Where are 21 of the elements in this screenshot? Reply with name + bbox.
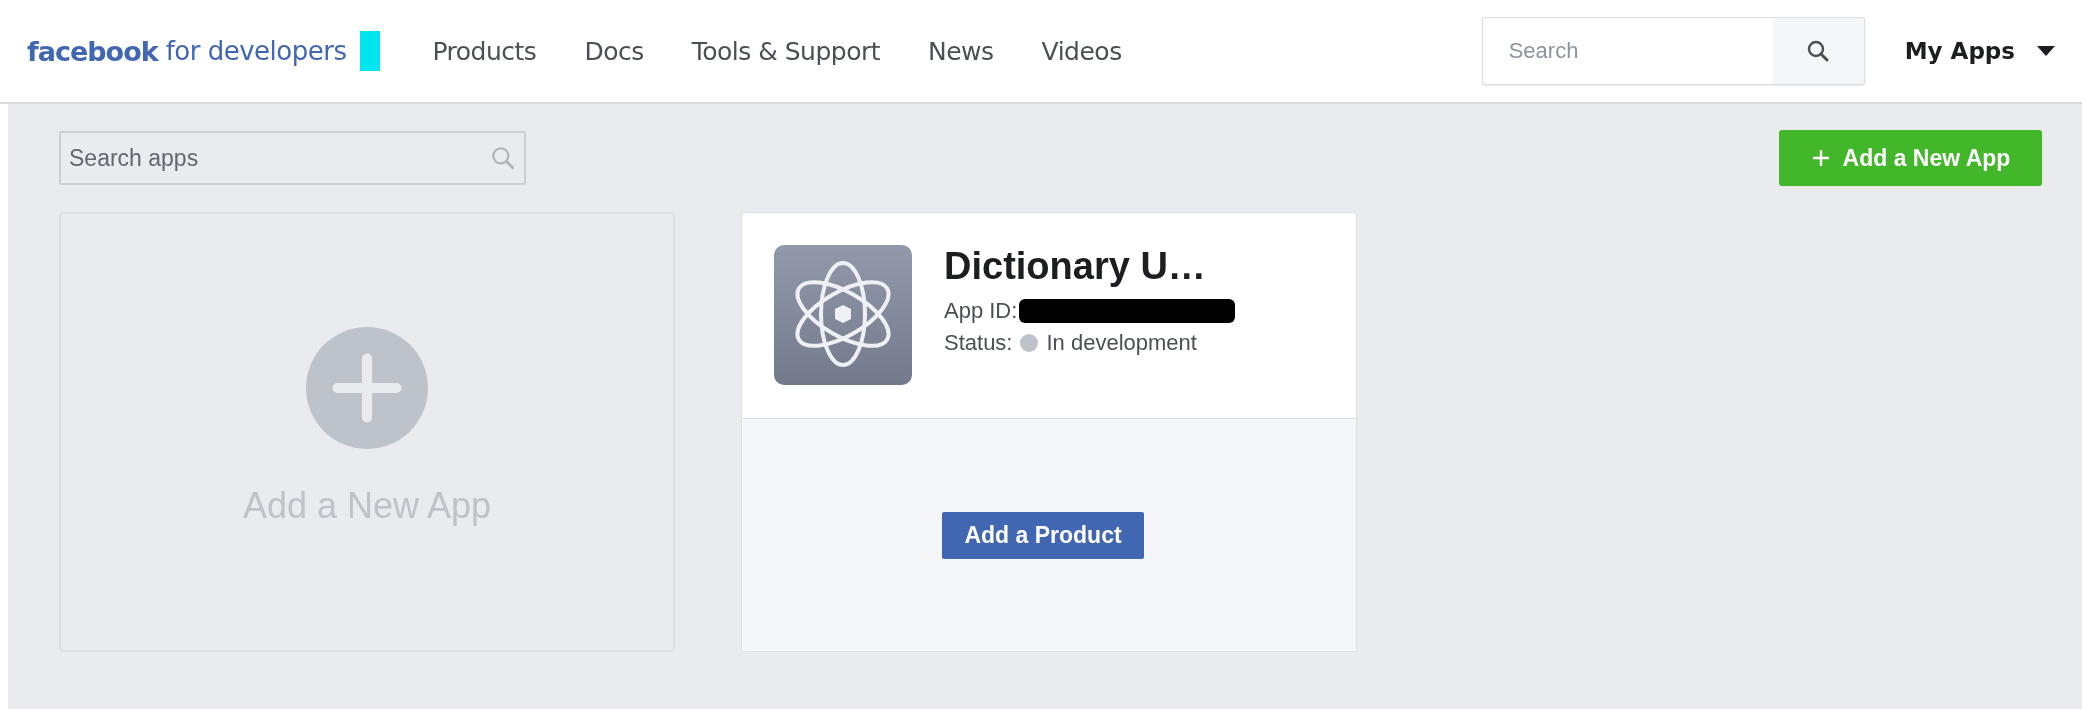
status-text: In development	[1046, 330, 1197, 356]
nav-link[interactable]: Tools & Support	[691, 36, 881, 66]
my-apps-menu[interactable]: My Apps	[1904, 38, 2055, 64]
add-product-button[interactable]: Add a Product	[942, 511, 1144, 559]
nav-link[interactable]: Videos	[1041, 36, 1122, 66]
nav-link[interactable]: Products	[432, 36, 537, 66]
status-dot	[1020, 334, 1039, 352]
search-apps-field[interactable]: Search apps	[59, 131, 526, 185]
plus-circle-icon	[306, 327, 428, 449]
nav-link[interactable]: News	[928, 36, 994, 66]
caret-icon	[2037, 45, 2055, 57]
logo-brand[interactable]: facebook	[27, 35, 158, 67]
plus-icon	[1810, 148, 1831, 168]
status-label: Status:	[944, 330, 1013, 356]
atom-icon	[774, 245, 912, 385]
logo-subtitle[interactable]: for developers	[165, 36, 347, 66]
highlight-mark	[360, 31, 381, 71]
app-name[interactable]: Dictionary U…	[944, 245, 1236, 288]
nav-link[interactable]: Docs	[584, 36, 644, 66]
search-icon	[490, 145, 516, 171]
app-id-label: App ID:	[944, 298, 1018, 324]
